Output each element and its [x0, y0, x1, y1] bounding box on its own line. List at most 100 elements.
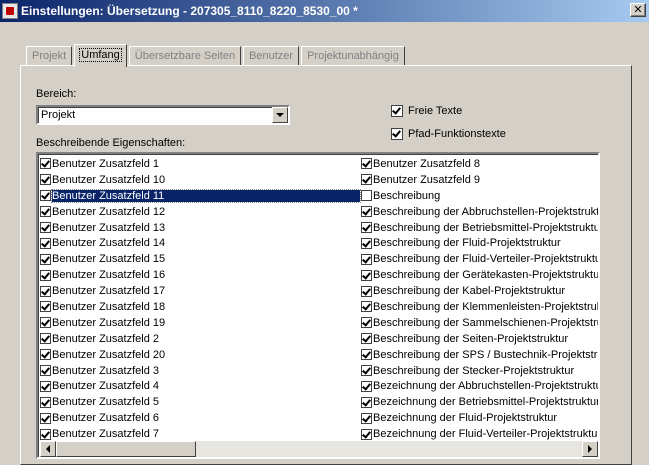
- arrow-right-icon: [588, 445, 592, 453]
- checkbox-icon[interactable]: [361, 269, 372, 281]
- list-item[interactable]: Beschreibung der Fluid-Verteiler-Projekt…: [361, 251, 598, 267]
- dropdown-button[interactable]: [272, 107, 288, 123]
- checkbox-icon[interactable]: [40, 349, 51, 361]
- checkbox-icon[interactable]: [361, 333, 372, 345]
- freie-texte-checkbox[interactable]: Freie Texte: [391, 105, 462, 117]
- checkbox-icon[interactable]: [361, 365, 372, 377]
- list-item[interactable]: Beschreibung: [361, 188, 598, 204]
- checkbox-icon[interactable]: [361, 301, 372, 313]
- list-item[interactable]: Benutzer Zusatzfeld 8: [361, 156, 598, 172]
- checkbox-icon[interactable]: [361, 222, 372, 233]
- checkbox-icon[interactable]: [361, 349, 372, 361]
- checkbox-icon[interactable]: [361, 237, 372, 249]
- checkbox-icon[interactable]: [361, 253, 372, 265]
- list-item-label: Benutzer Zusatzfeld 2: [52, 332, 160, 345]
- checkbox-icon[interactable]: [40, 237, 51, 249]
- tab-uebersetzbare-seiten[interactable]: Übersetzbare Seiten: [128, 46, 242, 66]
- title-bar: Einstellungen: Übersetzung - 207305_8110…: [0, 0, 649, 22]
- list-item[interactable]: Beschreibung der Betriebsmittel-Projekts…: [361, 220, 598, 236]
- list-item[interactable]: Beschreibung der Fluid-Projektstruktur: [361, 235, 598, 251]
- list-item-label: Benutzer Zusatzfeld 9: [373, 173, 481, 186]
- scroll-thumb[interactable]: [56, 441, 196, 457]
- tab-projektunabhaengig[interactable]: Projektunabhängig: [301, 46, 405, 66]
- close-button[interactable]: ✕: [630, 3, 646, 17]
- list-item[interactable]: Benutzer Zusatzfeld 9: [361, 172, 598, 188]
- scroll-left-button[interactable]: [40, 441, 56, 457]
- list-item[interactable]: Benutzer Zusatzfeld 1: [40, 156, 360, 172]
- checkbox-icon[interactable]: [361, 190, 372, 202]
- properties-list[interactable]: Benutzer Zusatzfeld 1 Benutzer Zusatzfeld…: [36, 152, 600, 459]
- list-item[interactable]: Beschreibung der Abbruchstellen-Projekts…: [361, 204, 598, 220]
- checkbox-icon[interactable]: [40, 396, 51, 408]
- checkbox-icon[interactable]: [40, 206, 51, 218]
- list-item[interactable]: Bezeichnung der Betriebsmittel-Projektst…: [361, 394, 598, 410]
- list-item[interactable]: Beschreibung der Sammelschienen-Projekts…: [361, 315, 598, 331]
- list-item[interactable]: Bezeichnung der Abbruchstellen-Projektst…: [361, 378, 598, 394]
- list-item[interactable]: Beschreibung der Gerätekasten-Projektstr…: [361, 267, 598, 283]
- checkbox-icon[interactable]: [40, 301, 51, 313]
- tab-projekt[interactable]: Projekt: [26, 46, 73, 66]
- list-item[interactable]: Benutzer Zusatzfeld 5: [40, 394, 360, 410]
- list-item[interactable]: Benutzer Zusatzfeld 19: [40, 315, 360, 331]
- list-item[interactable]: Beschreibung der SPS / Bustechnik-Projek…: [361, 347, 598, 363]
- checkbox-icon[interactable]: [361, 380, 372, 392]
- pfad-funktionstexte-checkbox[interactable]: Pfad-Funktionstexte: [391, 128, 506, 140]
- list-item-label: Benutzer Zusatzfeld 12: [52, 205, 166, 218]
- list-item[interactable]: Beschreibung der Stecker-Projektstruktur: [361, 363, 598, 379]
- list-item[interactable]: Benutzer Zusatzfeld 6: [40, 410, 360, 426]
- checkbox-icon[interactable]: [391, 128, 403, 140]
- checkbox-icon[interactable]: [361, 412, 372, 424]
- checkbox-icon[interactable]: [40, 269, 51, 281]
- horizontal-scrollbar[interactable]: [40, 441, 598, 457]
- scroll-right-button[interactable]: [582, 441, 598, 457]
- list-item-label: Benutzer Zusatzfeld 6: [52, 412, 160, 425]
- list-item[interactable]: Benutzer Zusatzfeld 18: [40, 299, 360, 315]
- list-item[interactable]: Benutzer Zusatzfeld 13: [40, 220, 360, 236]
- list-item[interactable]: Benutzer Zusatzfeld 3: [40, 363, 360, 379]
- checkbox-icon[interactable]: [40, 253, 51, 265]
- checkbox-icon[interactable]: [40, 158, 51, 170]
- list-item[interactable]: Benutzer Zusatzfeld 11: [40, 188, 361, 204]
- checkbox-icon[interactable]: [40, 174, 51, 186]
- list-item[interactable]: Beschreibung der Seiten-Projektstruktur: [361, 331, 598, 347]
- list-item[interactable]: Benutzer Zusatzfeld 16: [40, 267, 360, 283]
- list-item[interactable]: Benutzer Zusatzfeld 17: [40, 283, 360, 299]
- bereich-dropdown[interactable]: Projekt: [36, 105, 290, 125]
- tab-benutzer[interactable]: Benutzer: [243, 46, 300, 66]
- checkbox-icon[interactable]: [391, 105, 403, 117]
- list-item[interactable]: Benutzer Zusatzfeld 10: [40, 172, 360, 188]
- checkbox-icon[interactable]: [361, 158, 372, 170]
- list-item[interactable]: Bezeichnung der Fluid-Projektstruktur: [361, 410, 598, 426]
- list-item-label: Bezeichnung der Abbruchstellen-Projektst…: [373, 380, 598, 393]
- freie-texte-label: Freie Texte: [408, 105, 463, 117]
- checkbox-icon[interactable]: [40, 333, 51, 345]
- checkbox-icon[interactable]: [40, 190, 51, 202]
- list-item[interactable]: Benutzer Zusatzfeld 20: [40, 347, 360, 363]
- checkbox-icon[interactable]: [361, 285, 372, 297]
- list-item[interactable]: Benutzer Zusatzfeld 14: [40, 235, 360, 251]
- checkbox-icon[interactable]: [361, 206, 372, 218]
- list-item[interactable]: Benutzer Zusatzfeld 12: [40, 204, 360, 220]
- checkbox-icon[interactable]: [40, 317, 51, 329]
- checkbox-icon[interactable]: [361, 317, 372, 329]
- checkbox-icon[interactable]: [40, 365, 51, 377]
- checkbox-icon[interactable]: [40, 412, 51, 424]
- chevron-down-icon: [276, 113, 284, 117]
- list-item-label: Benutzer Zusatzfeld 16: [52, 269, 166, 282]
- checkbox-icon[interactable]: [361, 174, 372, 186]
- checkbox-icon[interactable]: [361, 428, 372, 440]
- checkbox-icon[interactable]: [361, 396, 372, 408]
- list-item[interactable]: Beschreibung der Klemmenleisten-Projekts…: [361, 299, 598, 315]
- list-item[interactable]: Benutzer Zusatzfeld 4: [40, 378, 360, 394]
- checkbox-icon[interactable]: [40, 285, 51, 297]
- checkbox-icon[interactable]: [40, 380, 51, 392]
- tab-umfang[interactable]: Umfang: [74, 44, 127, 67]
- list-item[interactable]: Benutzer Zusatzfeld 15: [40, 251, 360, 267]
- list-item[interactable]: Bezeichnung der Fluid-Verteiler-Projekts…: [361, 426, 598, 442]
- list-item[interactable]: Beschreibung der Kabel-Projektstruktur: [361, 283, 598, 299]
- list-item[interactable]: Benutzer Zusatzfeld 2: [40, 331, 360, 347]
- checkbox-icon[interactable]: [40, 222, 51, 233]
- checkbox-icon[interactable]: [40, 428, 51, 440]
- list-item-label: Beschreibung der Fluid-Verteiler-Projekt…: [373, 253, 598, 266]
- list-item[interactable]: Benutzer Zusatzfeld 7: [40, 426, 360, 442]
